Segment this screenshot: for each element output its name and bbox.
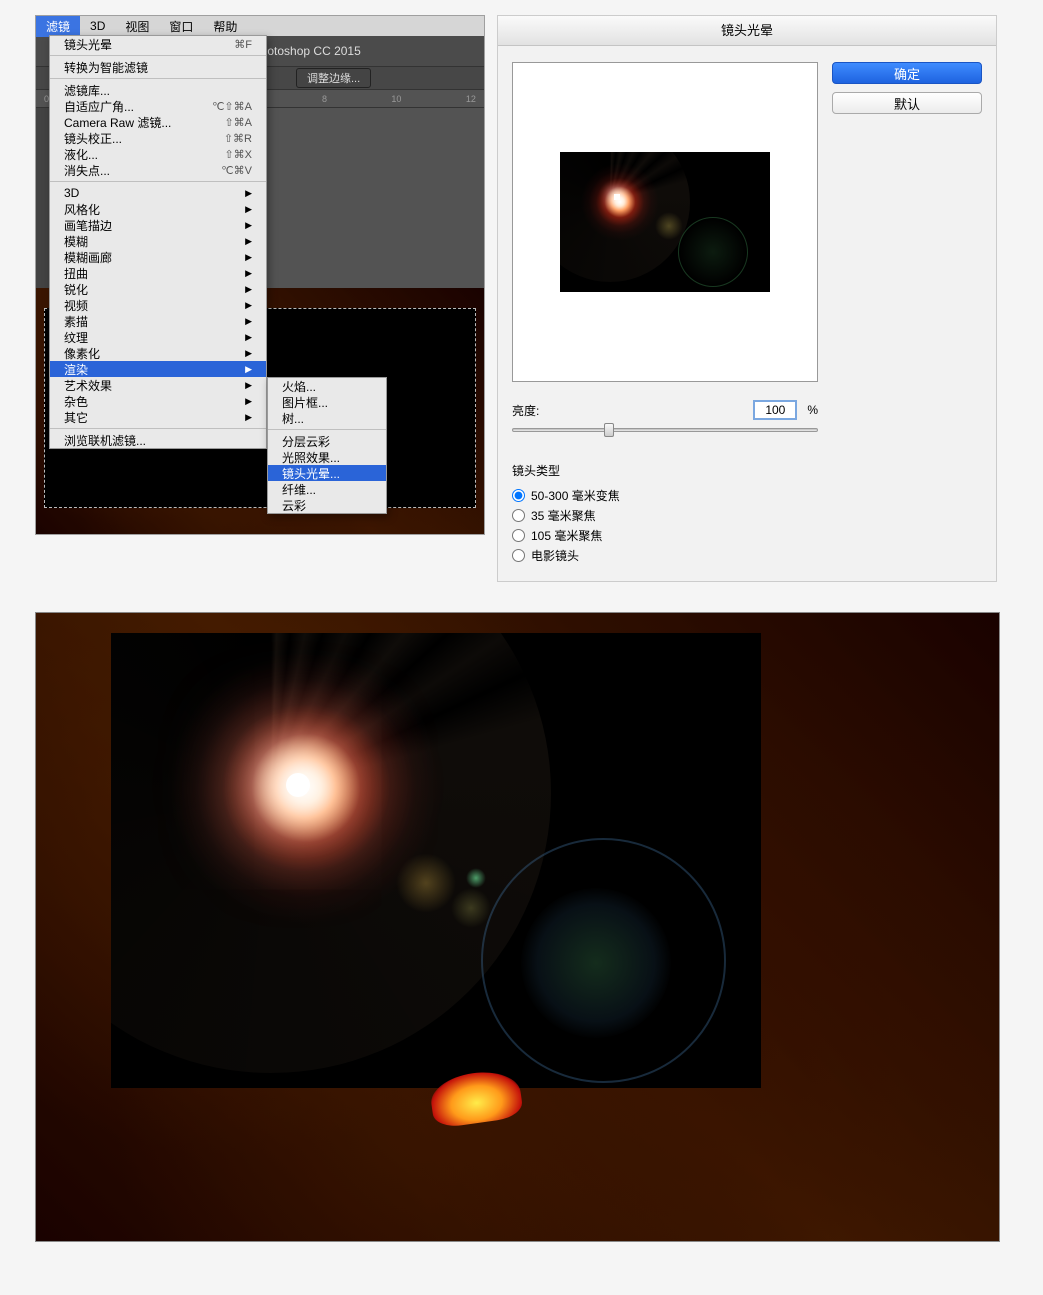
menu-vanishing-point[interactable]: 消失点...℃⌘V bbox=[50, 162, 266, 178]
lens-type-label: 镜头类型 bbox=[512, 462, 818, 479]
menu-brush-strokes[interactable]: 画笔描边▶ bbox=[50, 217, 266, 233]
result-image bbox=[35, 612, 1000, 1242]
menu-last-filter[interactable]: 镜头光晕⌘F bbox=[50, 36, 266, 52]
submenu-clouds[interactable]: 云彩 bbox=[268, 497, 386, 513]
slider-knob[interactable] bbox=[604, 423, 614, 437]
submenu-flame[interactable]: 火焰... bbox=[268, 378, 386, 394]
brightness-label: 亮度: bbox=[512, 402, 539, 419]
menu-texture[interactable]: 纹理▶ bbox=[50, 329, 266, 345]
submenu-tree[interactable]: 树... bbox=[268, 410, 386, 426]
lens-type-option-105[interactable]: 105 毫米聚焦 bbox=[512, 525, 818, 545]
brightness-unit: % bbox=[807, 403, 818, 417]
flare-preview-box[interactable] bbox=[512, 62, 818, 382]
menu-filter-gallery[interactable]: 滤镜库... bbox=[50, 82, 266, 98]
menu-camera-raw[interactable]: Camera Raw 滤镜...⇧⌘A bbox=[50, 114, 266, 130]
menu-blur[interactable]: 模糊▶ bbox=[50, 233, 266, 249]
menu-3d[interactable]: 3D▶ bbox=[50, 185, 266, 201]
menu-blur-gallery[interactable]: 模糊画廊▶ bbox=[50, 249, 266, 265]
menubar-help[interactable]: 帮助 bbox=[203, 16, 247, 37]
menu-video[interactable]: 视频▶ bbox=[50, 297, 266, 313]
menu-stylize[interactable]: 风格化▶ bbox=[50, 201, 266, 217]
menu-convert-smart-filter[interactable]: 转换为智能滤镜 bbox=[50, 59, 266, 75]
brightness-slider[interactable] bbox=[512, 420, 818, 438]
menu-artistic[interactable]: 艺术效果▶ bbox=[50, 377, 266, 393]
dialog-title: 镜头光晕 bbox=[498, 16, 996, 46]
menu-browse-filters-online[interactable]: 浏览联机滤镜... bbox=[50, 432, 266, 448]
submenu-difference-clouds[interactable]: 分层云彩 bbox=[268, 433, 386, 449]
menubar-view[interactable]: 视图 bbox=[115, 16, 159, 37]
menu-noise[interactable]: 杂色▶ bbox=[50, 393, 266, 409]
photoshop-menu-screenshot: 滤镜 3D 视图 窗口 帮助 be Photoshop CC 2015 调整边缘… bbox=[35, 15, 485, 582]
render-submenu: 火焰... 图片框... 树... 分层云彩 光照效果... 镜头光晕... 纤… bbox=[267, 377, 387, 514]
menu-adaptive-wide-angle[interactable]: 自适应广角...℃⇧⌘A bbox=[50, 98, 266, 114]
refine-edge-button[interactable]: 调整边缘... bbox=[296, 68, 371, 88]
menubar-3d[interactable]: 3D bbox=[80, 17, 115, 35]
lens-type-option-35[interactable]: 35 毫米聚焦 bbox=[512, 505, 818, 525]
flare-preview-image bbox=[560, 152, 770, 292]
lens-type-group: 镜头类型 50-300 毫米变焦 35 毫米聚焦 105 毫米聚焦 电影镜头 bbox=[512, 462, 818, 565]
lens-flare-dialog: 镜头光晕 亮度: bbox=[497, 15, 997, 582]
menu-sharpen[interactable]: 锐化▶ bbox=[50, 281, 266, 297]
submenu-lens-flare[interactable]: 镜头光晕... bbox=[268, 465, 386, 481]
brightness-input[interactable] bbox=[753, 400, 797, 420]
default-button[interactable]: 默认 bbox=[832, 92, 982, 114]
ok-button[interactable]: 确定 bbox=[832, 62, 982, 84]
menu-liquify[interactable]: 液化...⇧⌘X bbox=[50, 146, 266, 162]
submenu-picture-frame[interactable]: 图片框... bbox=[268, 394, 386, 410]
menu-distort[interactable]: 扭曲▶ bbox=[50, 265, 266, 281]
submenu-lighting-effects[interactable]: 光照效果... bbox=[268, 449, 386, 465]
filter-menu-dropdown: 镜头光晕⌘F 转换为智能滤镜 滤镜库... 自适应广角...℃⇧⌘A Camer… bbox=[49, 35, 267, 449]
menubar-filter[interactable]: 滤镜 bbox=[36, 16, 80, 37]
menubar-window[interactable]: 窗口 bbox=[159, 16, 203, 37]
menu-other[interactable]: 其它▶ bbox=[50, 409, 266, 425]
menu-sketch[interactable]: 素描▶ bbox=[50, 313, 266, 329]
lens-type-option-50-300[interactable]: 50-300 毫米变焦 bbox=[512, 485, 818, 505]
menu-render[interactable]: 渲染▶ bbox=[50, 361, 266, 377]
lens-type-option-movie[interactable]: 电影镜头 bbox=[512, 545, 818, 565]
submenu-fibers[interactable]: 纤维... bbox=[268, 481, 386, 497]
menu-pixelate[interactable]: 像素化▶ bbox=[50, 345, 266, 361]
menu-lens-correction[interactable]: 镜头校正...⇧⌘R bbox=[50, 130, 266, 146]
app-menubar: 滤镜 3D 视图 窗口 帮助 bbox=[36, 16, 484, 36]
